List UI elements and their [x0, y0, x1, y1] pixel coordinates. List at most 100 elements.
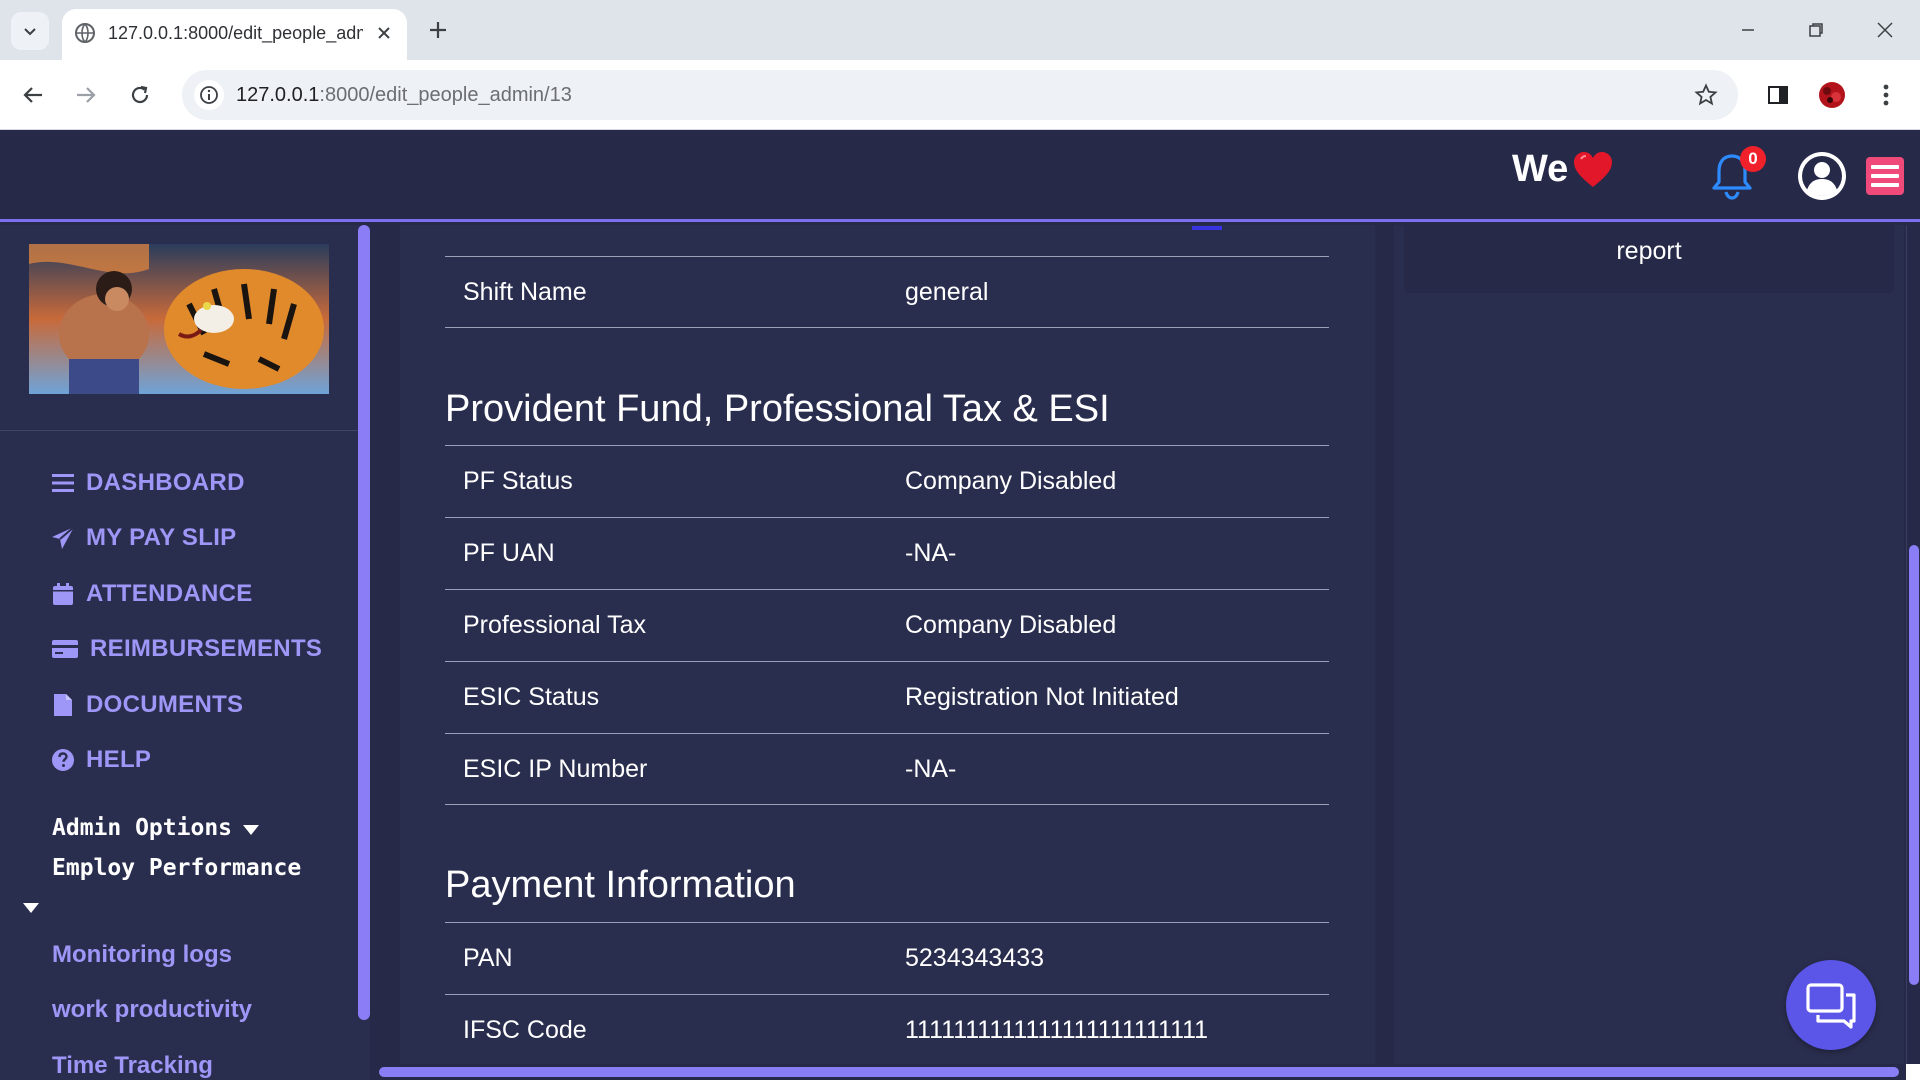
employ-performance-toggle[interactable]: Employ Performance [52, 855, 301, 881]
brand-text: We [1512, 148, 1569, 190]
url-path: :8000/edit_people_admin/13 [319, 84, 572, 106]
page-vertical-scrollbar-thumb[interactable] [1909, 545, 1919, 985]
sidebar-item-label: DOCUMENTS [86, 691, 244, 718]
row-value: -NA- [905, 539, 957, 567]
paper-plane-icon [50, 525, 76, 551]
close-tab-icon[interactable] [372, 21, 396, 45]
admin-options-toggle[interactable]: Admin Options [52, 815, 260, 842]
row-value: general [905, 277, 989, 306]
app-header: We 0 [0, 130, 1920, 222]
row-label: IFSC Code [463, 1016, 587, 1044]
sidebar-item-label: ATTENDANCE [86, 580, 253, 607]
close-window-icon[interactable] [1865, 14, 1905, 46]
back-button[interactable] [15, 77, 51, 113]
table-row: IFSC Code 1111111111111111111111111 [445, 994, 1329, 1066]
document-icon [50, 692, 76, 718]
row-label: Professional Tax [463, 611, 646, 639]
sidebar-scrollbar-thumb[interactable] [358, 225, 370, 1020]
shift-table: Shift Name general [445, 256, 1329, 328]
table-row: ESIC IP Number -NA- [445, 733, 1329, 805]
globe-icon [75, 23, 95, 43]
row-label: PAN [463, 944, 513, 972]
menu-bar [1871, 183, 1899, 187]
notification-badge: 0 [1740, 146, 1766, 172]
arrow-right-icon [77, 87, 96, 103]
page-horizontal-scrollbar[interactable] [375, 1064, 1906, 1080]
brand-logo[interactable]: We [1512, 148, 1614, 191]
sidebar-item-help[interactable]: HELP [50, 740, 151, 780]
sidebar-item-time-tracking[interactable]: Time Tracking [52, 1052, 213, 1080]
sidebar-item-attendance[interactable]: ATTENDANCE [50, 574, 253, 614]
profile-extension-icon[interactable] [1814, 77, 1850, 113]
page-horizontal-scrollbar-thumb[interactable] [379, 1067, 1899, 1077]
table-row: ESIC Status Registration Not Initiated [445, 661, 1329, 733]
chat-button[interactable] [1786, 960, 1876, 1050]
pf-table: PF Status Company Disabled PF UAN -NA- P… [445, 445, 1329, 805]
scrollbar-corner [1906, 1064, 1920, 1080]
browser-tab[interactable]: 127.0.0.1:8000/edit_people_admin/13 [62, 9, 407, 60]
sidebar-item-label: MY PAY SLIP [86, 524, 237, 551]
forward-button[interactable] [68, 77, 104, 113]
user-circle-icon [1798, 152, 1846, 200]
menu-bar [1871, 174, 1899, 178]
chevron-down-icon [24, 28, 36, 36]
address-bar[interactable]: 127.0.0.1:8000/edit_people_admin/13 [182, 70, 1738, 120]
minimize-icon[interactable] [1728, 14, 1768, 46]
payment-table: PAN 5234343433 IFSC Code 111111111111111… [445, 922, 1329, 1066]
site-info-icon[interactable] [194, 80, 224, 110]
notifications-button[interactable]: 0 [1710, 146, 1766, 202]
sidebar-item-dashboard[interactable]: DASHBOARD [50, 463, 245, 503]
new-tab-icon[interactable] [424, 16, 452, 44]
report-text: report [1616, 237, 1682, 265]
row-value: 5234343433 [905, 944, 1045, 972]
bookmark-star-icon[interactable] [1692, 81, 1720, 109]
admin-options-label: Admin Options [52, 815, 233, 841]
sidebar-item-label: REIMBURSEMENTS [90, 635, 323, 662]
row-value: -NA- [905, 754, 957, 783]
row-label: PF Status [463, 467, 573, 495]
report-box[interactable]: report [1404, 225, 1894, 293]
table-row: PF Status Company Disabled [445, 445, 1329, 517]
sidebar-item-documents[interactable]: DOCUMENTS [50, 685, 243, 725]
caret-down-icon [242, 816, 260, 842]
tab-search-button[interactable] [11, 12, 49, 50]
reload-icon [131, 85, 149, 104]
sidebar-item-monitoring-logs[interactable]: Monitoring logs [52, 941, 232, 969]
sidebar-item-my-pay-slip[interactable]: MY PAY SLIP [50, 518, 236, 558]
sidebar-divider [0, 430, 358, 431]
more-options-icon[interactable] [1868, 77, 1904, 113]
reload-button[interactable] [122, 77, 158, 113]
right-panel: report [1394, 225, 1904, 1080]
page-vertical-scrollbar[interactable] [1906, 225, 1920, 1080]
pf-section-title: Provident Fund, Professional Tax & ESI [445, 388, 1110, 430]
caret-down-icon[interactable] [22, 901, 40, 919]
sidebar-item-work-productivity[interactable]: work productivity [52, 996, 252, 1024]
row-value: 1111111111111111111111111 [905, 1016, 1209, 1044]
table-row: Professional Tax Company Disabled [445, 589, 1329, 661]
chat-icon [1806, 983, 1856, 1029]
side-panel-icon[interactable] [1760, 77, 1796, 113]
user-avatar[interactable] [1796, 150, 1848, 202]
company-logo-image [29, 244, 329, 394]
hamburger-menu-button[interactable] [1866, 157, 1904, 195]
credit-card-icon [50, 636, 80, 662]
question-circle-icon [50, 747, 76, 773]
sidebar: DASHBOARD MY PAY SLIP ATTENDANCE REIMBUR… [0, 225, 358, 1080]
employ-performance-label: Employ Performance [52, 855, 302, 881]
payment-section-title: Payment Information [445, 864, 796, 906]
table-row: PF UAN -NA- [445, 517, 1329, 589]
menu-icon [50, 470, 76, 496]
sidebar-item-label: HELP [86, 746, 152, 773]
sidebar-scrollbar[interactable] [358, 225, 370, 1080]
row-label: ESIC Status [463, 683, 600, 711]
browser-tabstrip: 127.0.0.1:8000/edit_people_admin/13 [0, 0, 1920, 60]
sidebar-item-reimbursements[interactable]: REIMBURSEMENTS [50, 629, 322, 669]
row-label: ESIC IP Number [463, 754, 648, 783]
url-host: 127.0.0.1 [236, 84, 320, 106]
row-value: Registration Not Initiated [905, 683, 1179, 711]
row-value: Company Disabled [905, 611, 1117, 639]
menu-bar [1871, 165, 1899, 169]
table-row: PAN 5234343433 [445, 922, 1329, 994]
url-text: 127.0.0.1:8000/edit_people_admin/13 [236, 82, 572, 108]
restore-icon[interactable] [1796, 14, 1836, 46]
